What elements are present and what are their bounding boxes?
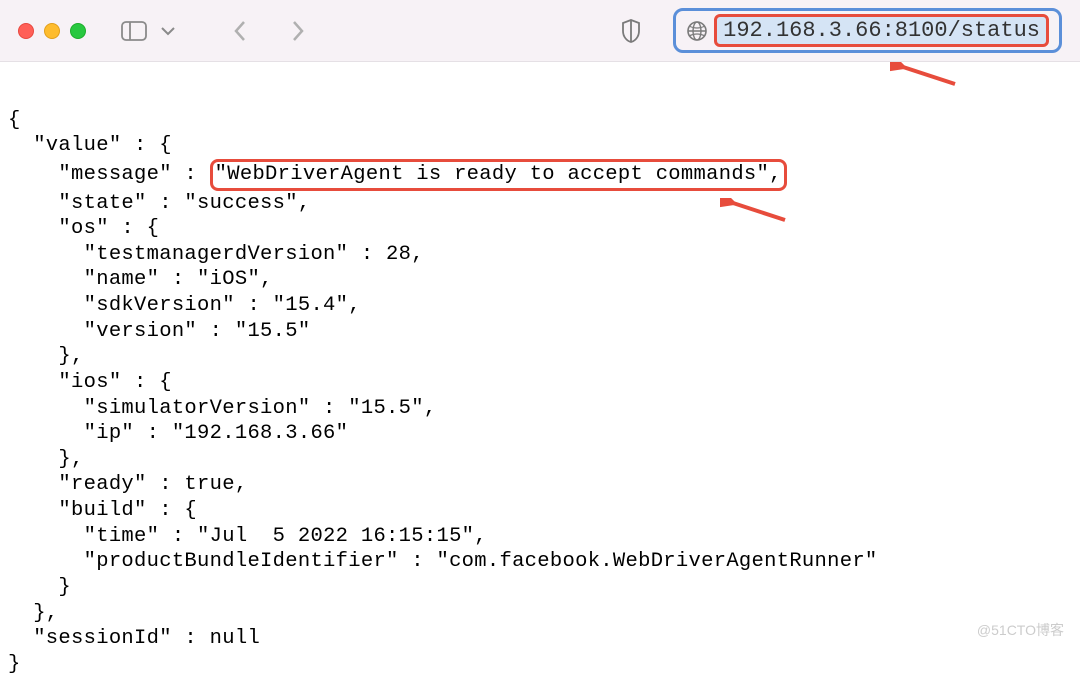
response-body: { "value" : { "message" : "WebDriverAgen… bbox=[0, 62, 1080, 697]
globe-icon bbox=[686, 20, 708, 42]
sidebar-toggle-button[interactable] bbox=[121, 21, 147, 41]
json-line: "build" : { bbox=[8, 499, 197, 522]
json-line: "simulatorVersion" : "15.5", bbox=[8, 397, 436, 420]
json-line: "time" : "Jul 5 2022 16:15:15", bbox=[8, 525, 487, 548]
browser-toolbar: 192.168.3.66:8100/status bbox=[0, 0, 1080, 62]
nav-forward-button[interactable] bbox=[283, 16, 313, 46]
json-line: "name" : "iOS", bbox=[8, 268, 273, 291]
json-line: }, bbox=[8, 602, 58, 625]
json-line: { bbox=[8, 109, 21, 132]
close-window-button[interactable] bbox=[18, 23, 34, 39]
json-line: "message" : "WebDriverAgent is ready to … bbox=[8, 163, 787, 186]
json-line: "value" : { bbox=[8, 134, 172, 157]
maximize-window-button[interactable] bbox=[70, 23, 86, 39]
privacy-shield-icon[interactable] bbox=[621, 19, 641, 43]
json-line: "testmanagerdVersion" : 28, bbox=[8, 243, 424, 266]
nav-back-button[interactable] bbox=[225, 16, 255, 46]
tab-dropdown-button[interactable] bbox=[161, 26, 175, 36]
json-line: "version" : "15.5" bbox=[8, 320, 310, 343]
json-line: } bbox=[8, 653, 21, 676]
json-line: "ready" : true, bbox=[8, 473, 247, 496]
json-line: "ip" : "192.168.3.66" bbox=[8, 422, 348, 445]
json-line: } bbox=[8, 576, 71, 599]
json-line: }, bbox=[8, 448, 84, 471]
json-line: "ios" : { bbox=[8, 371, 172, 394]
watermark: @51CTO博客 bbox=[977, 620, 1064, 640]
json-line: "sessionId" : null bbox=[8, 627, 260, 650]
json-line: }, bbox=[8, 345, 84, 368]
highlight-message: "WebDriverAgent is ready to accept comma… bbox=[210, 159, 787, 191]
json-line: "state" : "success", bbox=[8, 192, 310, 215]
json-line: "sdkVersion" : "15.4", bbox=[8, 294, 361, 317]
url-text[interactable]: 192.168.3.66:8100/status bbox=[714, 14, 1049, 47]
json-line: "os" : { bbox=[8, 217, 159, 240]
url-bar[interactable]: 192.168.3.66:8100/status bbox=[673, 8, 1062, 53]
minimize-window-button[interactable] bbox=[44, 23, 60, 39]
window-controls bbox=[18, 23, 86, 39]
json-line: "productBundleIdentifier" : "com.faceboo… bbox=[8, 550, 878, 573]
